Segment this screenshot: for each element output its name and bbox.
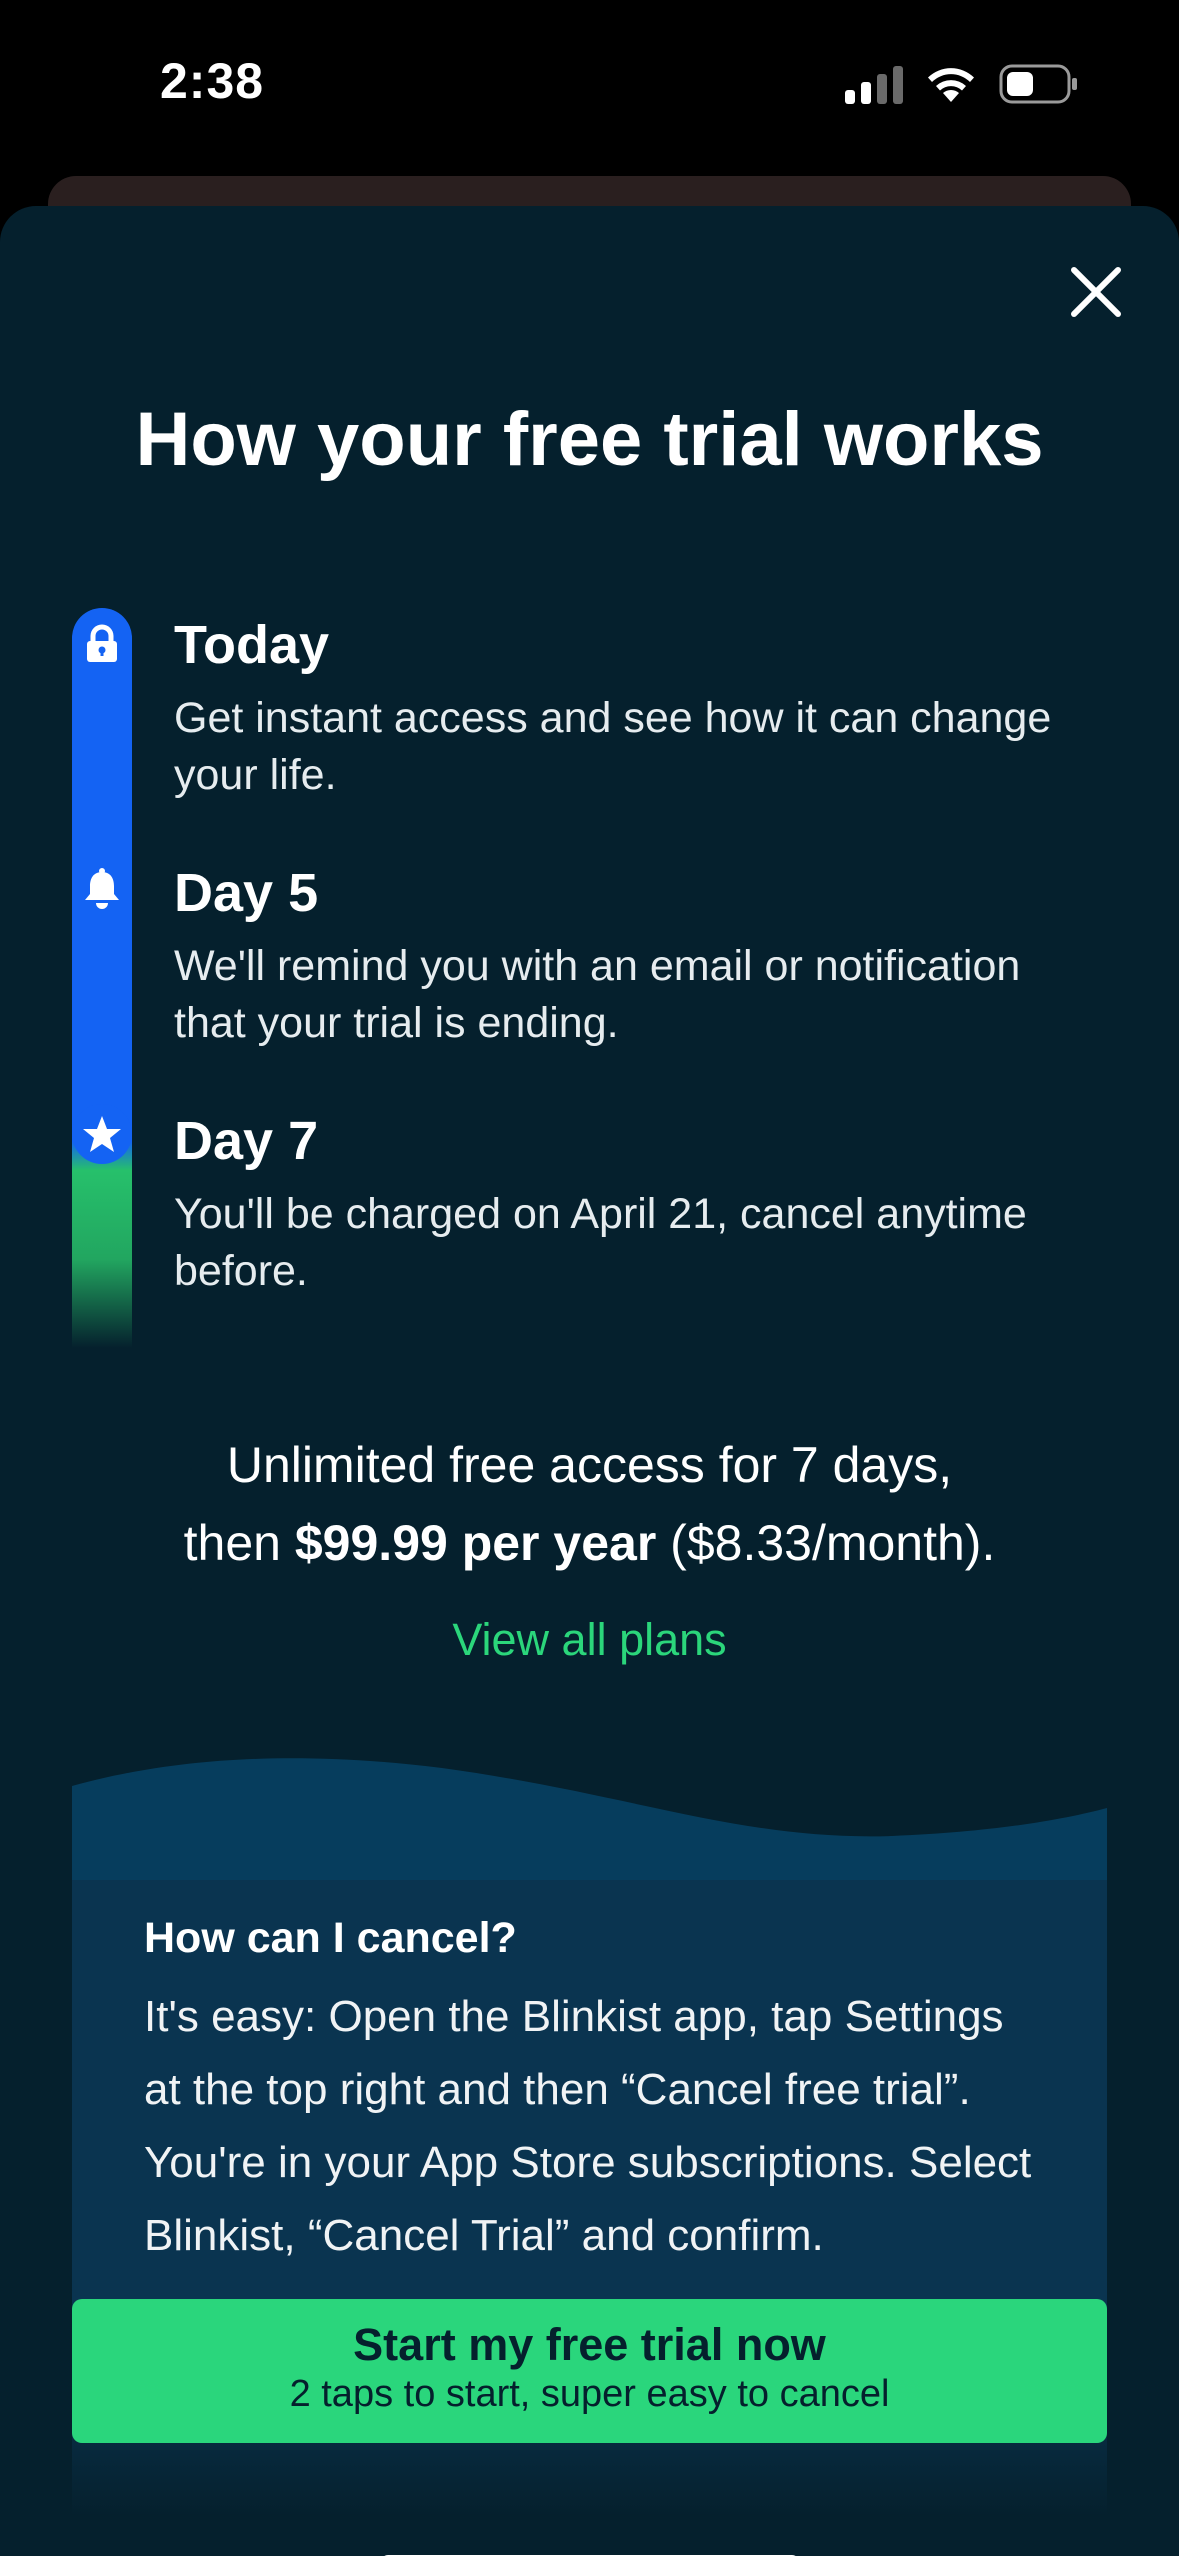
yearly-price: $99.99 per year bbox=[294, 1515, 657, 1571]
step-title: Day 5 bbox=[174, 863, 319, 923]
pricing-line-2: then $99.99 per year ($8.33/month). bbox=[0, 1504, 1179, 1582]
trial-timeline bbox=[72, 608, 132, 1348]
pricing-prefix: then bbox=[183, 1515, 295, 1571]
timeline-step-day-7: Day 7 You'll be charged on April 21, can… bbox=[174, 1110, 1074, 1300]
wifi-icon bbox=[925, 64, 977, 104]
battery-icon bbox=[999, 64, 1079, 104]
close-button[interactable] bbox=[1060, 256, 1132, 328]
faq-title: How can I cancel? bbox=[144, 1914, 517, 1962]
page-title: How your free trial works bbox=[135, 397, 1044, 482]
step-description: You'll be charged on April 21, cancel an… bbox=[174, 1190, 1027, 1295]
timeline-bar bbox=[72, 608, 132, 1348]
step-description: Get instant access and see how it can ch… bbox=[174, 694, 1052, 799]
cellular-signal-icon bbox=[845, 64, 903, 104]
start-free-trial-button[interactable]: Start my free trial now 2 taps to start,… bbox=[72, 2299, 1107, 2443]
trial-sheet: How your free trial works Today Get inst… bbox=[0, 206, 1179, 2556]
timeline-step-today: Today Get instant access and see how it … bbox=[174, 614, 1074, 804]
cta-label: Start my free trial now bbox=[353, 2319, 826, 2370]
view-all-plans-link[interactable]: View all plans bbox=[0, 1614, 1179, 1666]
monthly-price: ($8.33/month). bbox=[656, 1515, 996, 1571]
status-bar: 2:38 bbox=[0, 0, 1179, 175]
status-time: 2:38 bbox=[160, 53, 265, 109]
cta-sublabel: 2 taps to start, super easy to cancel bbox=[289, 2373, 890, 2415]
bell-icon bbox=[72, 858, 132, 918]
pricing-line-1: Unlimited free access for 7 days, bbox=[226, 1437, 953, 1493]
star-icon bbox=[72, 1104, 132, 1164]
wave-decoration bbox=[72, 1758, 1107, 1886]
status-icons bbox=[845, 64, 1079, 104]
close-icon bbox=[1071, 267, 1121, 317]
lock-icon bbox=[72, 614, 132, 674]
step-title: Day 7 bbox=[174, 1111, 319, 1171]
faq-text: It's easy: Open the Blinkist app, tap Se… bbox=[144, 1992, 1032, 2260]
timeline-step-day-5: Day 5 We'll remind you with an email or … bbox=[174, 862, 1074, 1052]
step-title: Today bbox=[174, 615, 330, 675]
step-description: We'll remind you with an email or notifi… bbox=[174, 942, 1021, 1047]
pricing-summary: Unlimited free access for 7 days, then $… bbox=[0, 1426, 1179, 1582]
